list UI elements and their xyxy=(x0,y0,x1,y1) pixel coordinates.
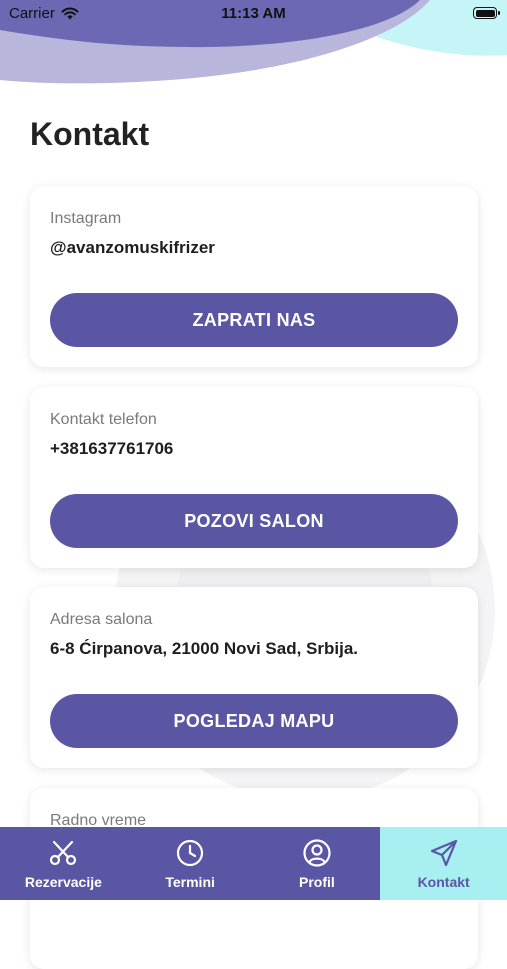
status-bar: Carrier 11:13 AM xyxy=(0,0,507,30)
instagram-handle: @avanzomuskifrizer xyxy=(50,238,215,257)
phone-label: Kontakt telefon xyxy=(50,411,157,428)
view-map-button[interactable]: POGLEDAJ MAPU xyxy=(50,694,458,748)
address-label: Adresa salona xyxy=(50,611,153,628)
tab-label: Profil xyxy=(298,874,335,890)
tab-kontakt[interactable]: Kontakt xyxy=(380,827,507,900)
tab-rezervacije[interactable]: Rezervacije xyxy=(0,827,127,900)
tab-label: Termini xyxy=(165,874,215,890)
tab-label: Rezervacije xyxy=(24,874,102,890)
instagram-label: Instagram xyxy=(50,210,122,227)
scissors-icon xyxy=(50,840,77,866)
phone-card: Kontakt telefon +381637761706 POZOVI SAL… xyxy=(30,387,478,568)
tab-termini[interactable]: Termini xyxy=(127,827,254,900)
tab-label: Kontakt xyxy=(417,874,470,890)
clock-icon xyxy=(177,839,204,867)
tab-profil[interactable]: Profil xyxy=(254,827,381,900)
page-title: Kontakt xyxy=(30,116,150,152)
follow-us-button[interactable]: ZAPRATI NAS xyxy=(50,293,458,347)
salon-address: 6-8 Ćirpanova, 21000 Novi Sad, Srbija. xyxy=(50,639,359,658)
user-icon xyxy=(303,839,331,867)
bottom-tab-bar: Rezervacije Termini Profil Kontakt xyxy=(0,827,507,900)
status-time: 11:13 AM xyxy=(221,5,286,22)
address-card: Adresa salona 6-8 Ćirpanova, 21000 Novi … xyxy=(30,587,478,768)
send-icon xyxy=(430,839,457,867)
battery-icon xyxy=(473,7,500,19)
phone-number: +381637761706 xyxy=(50,439,174,458)
call-salon-button[interactable]: POZOVI SALON xyxy=(50,494,458,548)
instagram-card: Instagram @avanzomuskifrizer ZAPRATI NAS xyxy=(30,186,478,367)
